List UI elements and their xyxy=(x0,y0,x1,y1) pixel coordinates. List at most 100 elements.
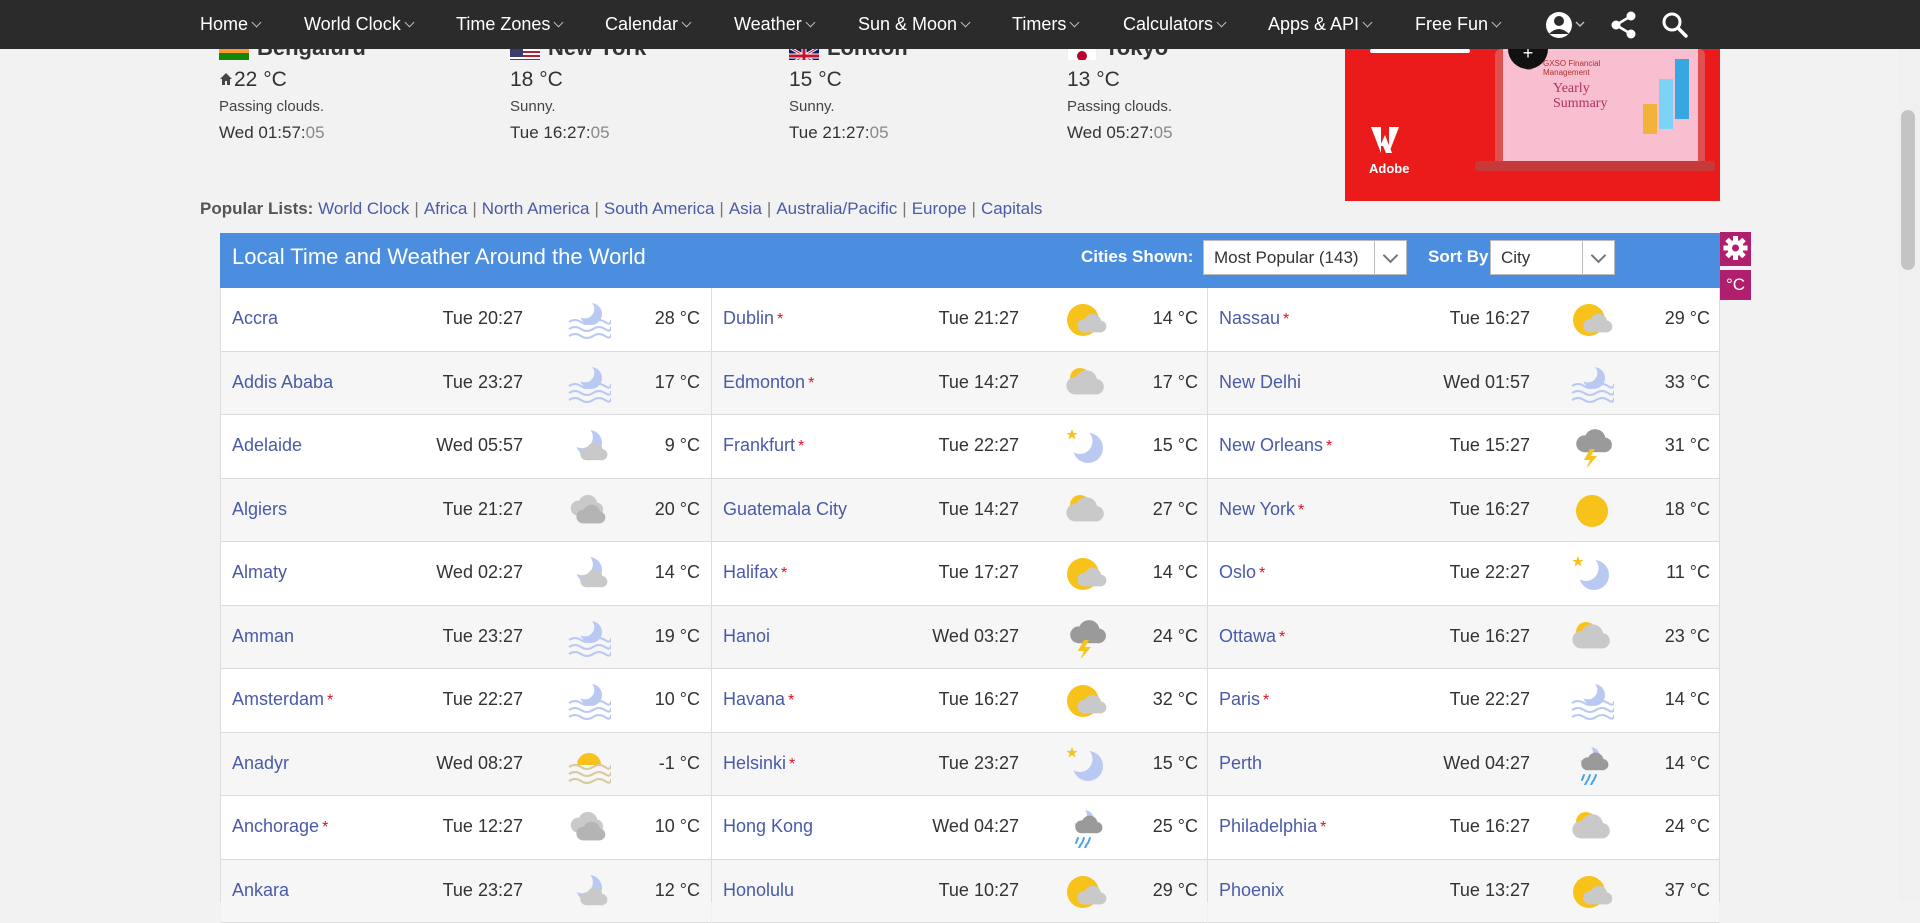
city-link[interactable]: Anchorage* xyxy=(232,816,328,837)
temperature: 14 °C xyxy=(1128,562,1198,583)
featured-clock-time-seconds: 05 xyxy=(306,123,325,142)
city-link[interactable]: Accra xyxy=(232,308,278,329)
temperature: 10 °C xyxy=(630,816,700,837)
nav-item-label: Calendar xyxy=(605,14,678,34)
nav-world-clock[interactable]: World Clock xyxy=(304,0,413,49)
city-link[interactable]: Halifax* xyxy=(723,562,787,583)
city-link[interactable]: Honolulu xyxy=(723,880,794,901)
table-row: AccraTue 20:2728 °C xyxy=(221,288,711,352)
nav-calendar[interactable]: Calendar xyxy=(605,0,690,49)
advertisement-banner[interactable]: + GXSO Financial Management Yearly Summa… xyxy=(1345,49,1720,201)
popular-link-asia[interactable]: Asia xyxy=(729,199,762,218)
cities-shown-select[interactable]: Most Popular (143) xyxy=(1203,240,1407,275)
popular-link-europe[interactable]: Europe xyxy=(912,199,967,218)
city-link[interactable]: Helsinki* xyxy=(723,753,795,774)
city-link[interactable]: Algiers xyxy=(232,499,287,520)
city-link[interactable]: Havana* xyxy=(723,689,794,710)
city-link[interactable]: Amman xyxy=(232,626,294,647)
local-time: Wed 04:27 xyxy=(909,816,1019,837)
temperature: 25 °C xyxy=(1128,816,1198,837)
popular-link-africa[interactable]: Africa xyxy=(424,199,467,218)
settings-button[interactable] xyxy=(1720,232,1751,266)
clear-night-icon xyxy=(1064,427,1108,467)
local-time: Tue 16:27 xyxy=(1420,816,1530,837)
temperature: 19 °C xyxy=(630,626,700,647)
local-time: Tue 14:27 xyxy=(909,499,1019,520)
city-name: Perth xyxy=(1219,753,1262,773)
city-link[interactable]: Philadelphia* xyxy=(1219,816,1326,837)
separator: | xyxy=(719,199,723,218)
popular-link-australia-pacific[interactable]: Australia/Pacific xyxy=(776,199,897,218)
nav-time-zones[interactable]: Time Zones xyxy=(456,0,562,49)
popular-lists-links: World Clock|Africa|North America|South A… xyxy=(318,199,1042,218)
temperature: 14 °C xyxy=(630,562,700,583)
table-row: HonoluluTue 10:2729 °C xyxy=(712,860,1207,923)
featured-clock-time: Tue 16:27:05 xyxy=(510,123,750,143)
ad-card-org: GXSO Financial Management xyxy=(1543,59,1603,77)
sort-by-label: Sort By: xyxy=(1428,247,1494,267)
city-link[interactable]: Edmonton* xyxy=(723,372,814,393)
city-link[interactable]: Amsterdam* xyxy=(232,689,333,710)
nav-home[interactable]: Home xyxy=(200,0,260,49)
account-button[interactable] xyxy=(1544,10,1586,40)
popular-link-south-america[interactable]: South America xyxy=(604,199,715,218)
city-name: Hong Kong xyxy=(723,816,813,836)
featured-clock-time-hm: Tue 16:27: xyxy=(510,123,591,142)
city-link[interactable]: Anadyr xyxy=(232,753,289,774)
temperature: 20 °C xyxy=(630,499,700,520)
mostly-cloudy-day-icon xyxy=(1570,618,1614,658)
nav-sun-moon[interactable]: Sun & Moon xyxy=(858,0,969,49)
city-name: Amsterdam xyxy=(232,689,324,709)
city-link[interactable]: Hong Kong xyxy=(723,816,813,837)
partly-cloudy-night-icon xyxy=(567,554,611,594)
city-link[interactable]: Phoenix xyxy=(1219,880,1284,901)
featured-clock-time: Tue 21:27:05 xyxy=(789,123,1029,143)
table-row: PerthWed 04:2714 °C xyxy=(1208,733,1719,797)
city-link[interactable]: Guatemala City xyxy=(723,499,847,520)
city-link[interactable]: Hanoi xyxy=(723,626,770,647)
city-name: Amman xyxy=(232,626,294,646)
local-time: Tue 13:27 xyxy=(1420,880,1530,901)
city-link[interactable]: Addis Ababa xyxy=(232,372,333,393)
temperature: 37 °C xyxy=(1640,880,1710,901)
nav-item-label: Free Fun xyxy=(1415,14,1488,34)
city-name: Paris xyxy=(1219,689,1260,709)
fog-night-icon xyxy=(567,618,611,658)
city-link[interactable]: New Orleans* xyxy=(1219,435,1332,456)
nav-calculators[interactable]: Calculators xyxy=(1123,0,1225,49)
nav-weather[interactable]: Weather xyxy=(734,0,814,49)
temperature: 31 °C xyxy=(1640,435,1710,456)
nav-timers[interactable]: Timers xyxy=(1012,0,1078,49)
search-button[interactable] xyxy=(1660,10,1690,40)
sort-by-select[interactable]: City xyxy=(1490,240,1615,275)
fog-night-icon xyxy=(567,300,611,340)
popular-link-world-clock[interactable]: World Clock xyxy=(318,199,409,218)
city-link[interactable]: Dublin* xyxy=(723,308,783,329)
nav-free-fun[interactable]: Free Fun xyxy=(1415,0,1500,49)
nav-apps-api[interactable]: Apps & API xyxy=(1268,0,1371,49)
city-link[interactable]: Adelaide xyxy=(232,435,302,456)
city-link[interactable]: Perth xyxy=(1219,753,1262,774)
fog-night-icon xyxy=(567,681,611,721)
city-link[interactable]: New York* xyxy=(1219,499,1304,520)
rain-night-icon xyxy=(1064,808,1108,848)
temperature-unit-button[interactable]: °C xyxy=(1720,270,1751,300)
city-link[interactable]: New Delhi xyxy=(1219,372,1301,393)
popular-link-north-america[interactable]: North America xyxy=(482,199,590,218)
cloudy-icon xyxy=(567,491,611,531)
city-link[interactable]: Almaty xyxy=(232,562,287,583)
city-link[interactable]: Paris* xyxy=(1219,689,1269,710)
popular-link-capitals[interactable]: Capitals xyxy=(981,199,1042,218)
share-button[interactable] xyxy=(1609,10,1639,40)
city-link[interactable]: Ankara xyxy=(232,880,289,901)
city-link[interactable]: Ottawa* xyxy=(1219,626,1285,647)
temperature: 15 °C xyxy=(1128,435,1198,456)
city-link[interactable]: Nassau* xyxy=(1219,308,1289,329)
scrollbar-thumb[interactable] xyxy=(1901,110,1915,270)
local-time: Tue 17:27 xyxy=(909,562,1019,583)
city-link[interactable]: Oslo* xyxy=(1219,562,1265,583)
city-link[interactable]: Frankfurt* xyxy=(723,435,804,456)
featured-clock-time-seconds: 05 xyxy=(1154,123,1173,142)
local-time: Tue 23:27 xyxy=(413,880,523,901)
account-icon xyxy=(1544,10,1586,40)
